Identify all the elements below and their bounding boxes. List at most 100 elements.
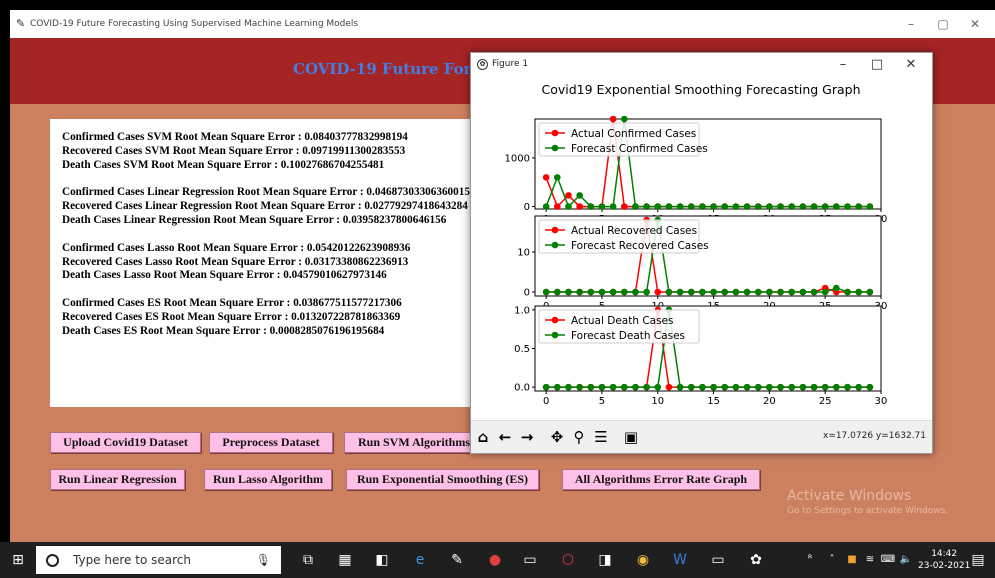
result-line: Recovered Cases Linear Regression Root M…: [62, 200, 468, 213]
keyboard-icon[interactable]: ⌨: [878, 550, 898, 570]
y-tick-label: 1.0: [514, 305, 530, 316]
activate-windows-watermark: Activate Windows Go to Settings to activ…: [787, 488, 948, 516]
taskbar: ⊞ Type here to search 🎙 ⧉ ▦ ◧ e ✎ ● ▭ ⬡ …: [0, 542, 995, 578]
terminal-icon[interactable]: ▭: [708, 550, 728, 570]
microphone-icon[interactable]: 🎙: [256, 553, 271, 567]
result-line: Death Cases Linear Regression Root Mean …: [62, 213, 447, 226]
app-titlebar: ✎ COVID-19 Future Forecasting Using Supe…: [10, 10, 995, 38]
legend-marker: [551, 129, 559, 137]
subplots-icon[interactable]: ☰: [591, 427, 611, 447]
y-tick-label: 0: [524, 288, 530, 299]
run-es-button[interactable]: Run Exponential Smoothing (ES): [346, 469, 539, 490]
data-point: [777, 288, 784, 296]
pdf-reader-icon[interactable]: ◨: [595, 550, 615, 570]
forward-icon[interactable]: →: [517, 427, 537, 447]
data-point: [676, 383, 684, 391]
data-point: [855, 383, 862, 391]
result-line: Death Cases ES Root Mean Square Error : …: [62, 324, 385, 337]
result-line: Confirmed Cases SVM Root Mean Square Err…: [62, 131, 408, 143]
zoom-icon[interactable]: ⚲: [569, 427, 589, 447]
watermark-subtitle: Go to Settings to activate Windows.: [787, 506, 949, 516]
subplot-3: 0 5 10 15 20 25 30 0.0 0.5 1.0 Actual Death Cases F…: [514, 305, 887, 407]
taskbar-search[interactable]: Type here to search 🎙: [36, 546, 281, 574]
data-point: [766, 288, 773, 296]
pen-icon[interactable]: ✎: [447, 550, 467, 570]
word-icon[interactable]: W: [670, 550, 690, 570]
x-tick-label: 15: [707, 396, 720, 407]
data-point: [732, 383, 740, 391]
data-point: [576, 288, 583, 296]
task-view-icon[interactable]: ⧉: [298, 550, 318, 570]
chrome-icon[interactable]: ◉: [633, 550, 653, 570]
home-icon[interactable]: ⌂: [473, 427, 493, 447]
data-point: [810, 288, 818, 296]
result-line: Confirmed Cases ES Root Mean Square Erro…: [62, 297, 402, 310]
folder-icon[interactable]: ▭: [520, 550, 540, 570]
back-icon[interactable]: ←: [495, 427, 515, 447]
data-point: [788, 383, 796, 391]
data-point: [743, 288, 751, 296]
tray-chevron-icon[interactable]: ˄: [822, 550, 842, 570]
maximize-button[interactable]: ▢: [927, 17, 959, 31]
volume-icon[interactable]: 🔈: [896, 550, 916, 570]
results-text-area[interactable]: Confirmed Cases SVM Root Mean Square Err…: [50, 119, 528, 407]
data-point: [844, 288, 851, 296]
file-explorer-icon[interactable]: ▦: [335, 550, 355, 570]
upload-dataset-button[interactable]: Upload Covid19 Dataset: [50, 432, 201, 453]
app-icon[interactable]: ●: [485, 550, 505, 570]
data-point: [821, 288, 829, 296]
data-point: [866, 203, 874, 210]
windows-start-icon[interactable]: ⊞: [8, 550, 28, 570]
figure-maximize-button[interactable]: □: [860, 57, 894, 72]
preprocess-button[interactable]: Preprocess Dataset: [209, 432, 333, 453]
edge-icon[interactable]: e: [410, 550, 430, 570]
data-point: [699, 203, 706, 210]
figure-close-button[interactable]: ✕: [894, 57, 928, 72]
y-tick-label: 0.5: [514, 344, 530, 355]
data-point: [855, 203, 862, 210]
notifications-icon[interactable]: ▤: [968, 550, 988, 570]
data-point: [576, 192, 583, 199]
minimize-button[interactable]: –: [895, 17, 927, 31]
subplot-1: 05101520253001000Actual Confirmed CasesF…: [505, 115, 887, 225]
store-icon[interactable]: ◧: [372, 550, 392, 570]
run-linear-regression-button[interactable]: Run Linear Regression: [50, 469, 185, 490]
run-lasso-button[interactable]: Run Lasso Algorithm: [204, 469, 332, 490]
data-point: [699, 383, 706, 391]
network-icon[interactable]: ≋: [860, 550, 880, 570]
data-point: [609, 288, 617, 296]
legend: Actual Death Cases Forecast Death Cases: [538, 309, 700, 344]
watermark-title: Activate Windows: [787, 488, 912, 504]
chart-canvas[interactable]: Covid19 Exponential Smoothing Forecastin…: [471, 75, 932, 420]
legend-label: Forecast Confirmed Cases: [571, 143, 708, 155]
tray-app-icon[interactable]: ■: [842, 550, 862, 570]
data-point: [754, 203, 762, 210]
data-point: [665, 383, 673, 391]
y-tick-label: 10: [517, 248, 530, 259]
x-tick-label: 5: [599, 396, 605, 407]
data-point: [665, 288, 673, 296]
data-point: [833, 383, 840, 391]
save-icon[interactable]: ▣: [621, 427, 641, 447]
pan-icon[interactable]: ✥: [547, 427, 567, 447]
acrobat-icon[interactable]: ⬡: [558, 550, 578, 570]
taskbar-clock[interactable]: 14:42 23-02-2021: [918, 548, 970, 572]
error-rate-graph-button[interactable]: All Algorithms Error Rate Graph: [562, 469, 760, 490]
result-line: Death Cases Lasso Root Mean Square Error…: [62, 269, 387, 282]
legend-marker: [551, 226, 559, 234]
data-point: [598, 203, 606, 210]
data-point: [587, 288, 595, 296]
legend-marker: [551, 331, 559, 339]
data-point: [542, 174, 550, 181]
close-button[interactable]: ✕: [959, 17, 991, 31]
data-point: [632, 203, 639, 210]
python-taskbar-icon[interactable]: ✿: [746, 550, 766, 570]
y-tick-label: 1000: [505, 153, 530, 164]
data-point: [821, 383, 829, 391]
data-point: [766, 203, 773, 210]
people-icon[interactable]: ᴿ: [800, 550, 820, 570]
figure-minimize-button[interactable]: –: [826, 57, 860, 72]
search-icon: [46, 553, 59, 567]
run-svm-button[interactable]: Run SVM Algorithms: [344, 432, 484, 453]
feather-icon: ✎: [16, 17, 26, 30]
